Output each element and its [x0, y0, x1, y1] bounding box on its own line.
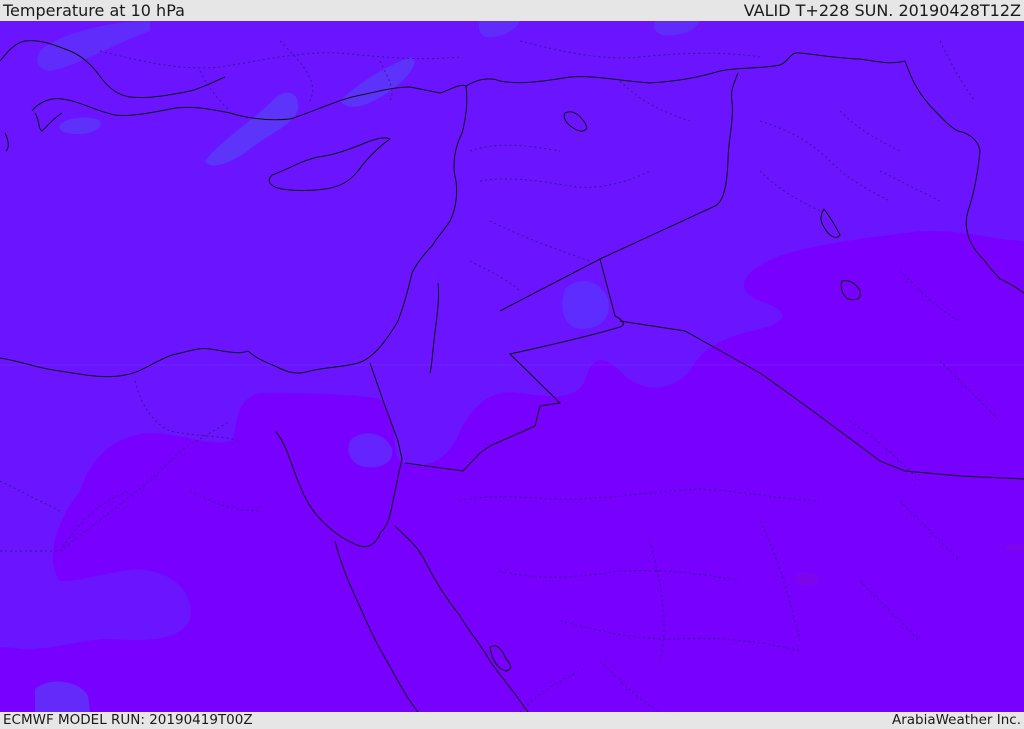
- footer-bar: ECMWF MODEL RUN: 20190419T00Z ArabiaWeat…: [0, 712, 1024, 729]
- credit: ArabiaWeather Inc.: [891, 712, 1021, 728]
- map-title: Temperature at 10 hPa: [3, 1, 185, 20]
- warm-spot-1: [794, 572, 818, 586]
- valid-time: VALID T+228 SUN. 20190428T12Z: [743, 1, 1021, 20]
- temperature-field-svg: [0, 21, 1024, 712]
- weather-map[interactable]: [0, 21, 1024, 712]
- model-run: ECMWF MODEL RUN: 20190419T00Z: [3, 712, 253, 728]
- header-bar: Temperature at 10 hPa VALID T+228 SUN. 2…: [0, 0, 1024, 21]
